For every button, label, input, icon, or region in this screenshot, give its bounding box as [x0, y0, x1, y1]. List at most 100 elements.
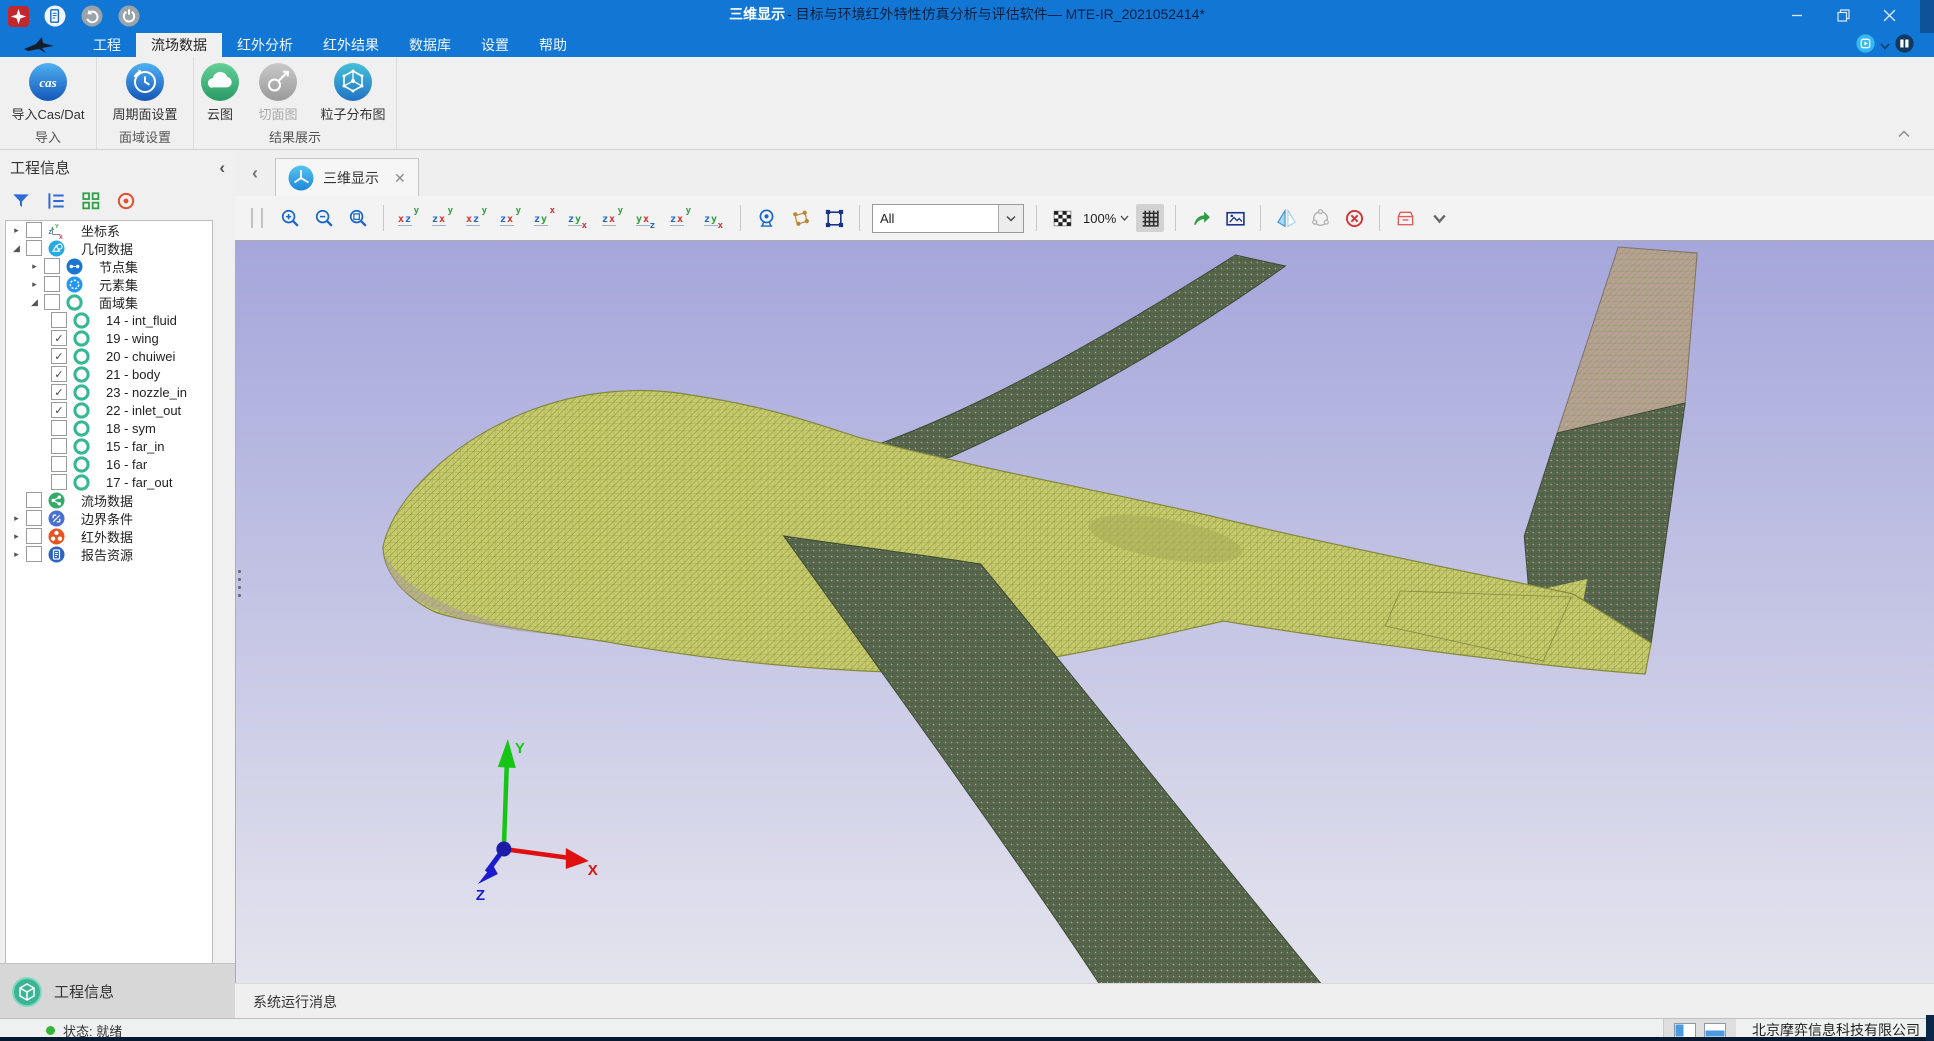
tree-checkbox[interactable] — [51, 438, 67, 454]
tree-checkbox[interactable] — [26, 546, 42, 562]
tree-item[interactable]: ▸红外数据 — [6, 527, 212, 545]
restore-button[interactable] — [1820, 0, 1866, 30]
tree-expand-arrow[interactable]: ◢ — [28, 297, 41, 308]
tree-expand-arrow[interactable]: ▸ — [10, 225, 23, 236]
ribbon-button-cas[interactable]: cas导入Cas/Dat — [5, 62, 91, 123]
more-dropdown-button[interactable] — [1425, 204, 1453, 232]
archive-button[interactable] — [1391, 204, 1419, 232]
view-right-button[interactable]: yzx — [497, 204, 525, 232]
tree-item[interactable]: ◢几何数据 — [6, 239, 212, 257]
ribbon-collapse-button[interactable] — [1898, 125, 1910, 143]
probe-button[interactable] — [752, 204, 780, 232]
chevron-down-icon[interactable] — [998, 205, 1023, 232]
particles-button[interactable] — [786, 204, 814, 232]
tree-item[interactable]: 流场数据 — [6, 491, 212, 509]
chevron-down-icon[interactable] — [1880, 37, 1890, 55]
menu-item-0[interactable]: 工程 — [78, 33, 136, 57]
ribbon-button-particles3d[interactable]: 粒子分布图 — [310, 62, 396, 123]
tree-item[interactable]: 18 - sym — [6, 419, 212, 437]
display-filter-select[interactable]: All — [872, 204, 1024, 233]
tree-expand-arrow[interactable]: ▸ — [10, 531, 23, 542]
snapshot-button[interactable] — [1221, 204, 1249, 232]
display-mode-button[interactable] — [1856, 34, 1875, 58]
view-iso-4-button[interactable]: xzy — [701, 204, 729, 232]
tree-checkbox[interactable]: ✓ — [51, 402, 67, 418]
tree-item[interactable]: 15 - far_in — [6, 437, 212, 455]
tree-item[interactable]: 17 - far_out — [6, 473, 212, 491]
tree-checkbox[interactable] — [51, 420, 67, 436]
minimize-button[interactable] — [1774, 0, 1820, 30]
layout-mode-button[interactable] — [1895, 34, 1914, 58]
view-iso-3-button[interactable]: yzx — [667, 204, 695, 232]
tree-item[interactable]: ▸节点集 — [6, 257, 212, 275]
tree-item[interactable]: ✓22 - inlet_out — [6, 401, 212, 419]
menu-item-1[interactable]: 流场数据 — [136, 33, 222, 57]
viewport-canvas[interactable]: Y X Z — [236, 241, 1934, 984]
tree-checkbox[interactable] — [26, 240, 42, 256]
mirror-button[interactable] — [1272, 204, 1300, 232]
undo-button[interactable] — [80, 4, 104, 28]
menu-item-6[interactable]: 帮助 — [524, 33, 582, 57]
tree-item[interactable]: ✓21 - body — [6, 365, 212, 383]
box-select-button[interactable] — [820, 204, 848, 232]
tree-item[interactable]: ◢面域集 — [6, 293, 212, 311]
toolbar-grip[interactable] — [251, 208, 263, 228]
close-button[interactable] — [1866, 0, 1912, 30]
tree-checkbox[interactable] — [51, 456, 67, 472]
tree-checkbox[interactable]: ✓ — [51, 366, 67, 382]
transparency-button[interactable] — [1048, 204, 1076, 232]
grid-button[interactable] — [1136, 204, 1164, 232]
panel-collapse-button[interactable]: ‹ — [219, 159, 225, 176]
tree-checkbox[interactable] — [44, 294, 60, 310]
tab-scroll-left-button[interactable]: ‹ — [235, 163, 275, 184]
outline-icon[interactable] — [45, 190, 67, 212]
tree-checkbox[interactable] — [26, 528, 42, 544]
tree-item[interactable]: ✓19 - wing — [6, 329, 212, 347]
ribbon-button-cloud[interactable]: 云图 — [194, 62, 246, 123]
view-back-button[interactable]: yzx — [429, 204, 457, 232]
view-iso-1-button[interactable]: yzx — [599, 204, 627, 232]
panel-layout-bottom-button[interactable] — [1704, 1023, 1726, 1038]
menu-item-2[interactable]: 红外分析 — [222, 33, 308, 57]
zoom-fit-button[interactable] — [344, 204, 372, 232]
tree-checkbox[interactable] — [26, 222, 42, 238]
view-bottom-button[interactable]: xzy — [565, 204, 593, 232]
view-iso-2-button[interactable]: zyx — [633, 204, 661, 232]
tree-item[interactable]: ▸YZX坐标系 — [6, 221, 212, 239]
tree-expand-arrow[interactable]: ▸ — [28, 279, 41, 290]
tree-expand-arrow[interactable]: ▸ — [10, 513, 23, 524]
tree-checkbox[interactable]: ✓ — [51, 330, 67, 346]
tree-checkbox[interactable]: ✓ — [51, 384, 67, 400]
tree-item[interactable]: ▸元素集 — [6, 275, 212, 293]
tree-checkbox[interactable] — [51, 474, 67, 490]
tree-expand-arrow[interactable]: ▸ — [10, 549, 23, 560]
filter-icon[interactable] — [10, 190, 32, 212]
menu-item-4[interactable]: 数据库 — [394, 33, 466, 57]
refresh-button[interactable] — [117, 4, 141, 28]
tree-item[interactable]: ✓23 - nozzle_in — [6, 383, 212, 401]
tree-item[interactable]: ▸报告资源 — [6, 545, 212, 563]
tree-item[interactable]: 16 - far — [6, 455, 212, 473]
tree-expand-arrow[interactable]: ◢ — [10, 243, 23, 254]
zoom-in-button[interactable] — [276, 204, 304, 232]
viewport-3d[interactable]: Y X Z — [235, 240, 1934, 984]
ribbon-button-clock[interactable]: 周期面设置 — [102, 62, 188, 123]
delete-button[interactable] — [1340, 204, 1368, 232]
tab-close-icon[interactable]: ✕ — [394, 170, 406, 187]
panel-layout-left-button[interactable] — [1674, 1023, 1696, 1038]
tree-checkbox[interactable] — [51, 312, 67, 328]
tree-expand-arrow[interactable]: ▸ — [28, 261, 41, 272]
export-button[interactable] — [1187, 204, 1215, 232]
tree-checkbox[interactable] — [26, 492, 42, 508]
network-button[interactable] — [1306, 204, 1334, 232]
view-front-button[interactable]: yxz — [395, 204, 423, 232]
save-document-button[interactable] — [43, 4, 67, 28]
tree-checkbox[interactable] — [44, 276, 60, 292]
tree-checkbox[interactable] — [44, 258, 60, 274]
app-icon[interactable] — [6, 4, 30, 28]
target-icon[interactable] — [115, 190, 137, 212]
zoom-level-control[interactable]: 100% — [1083, 211, 1129, 226]
splitter-handle[interactable] — [236, 570, 242, 597]
menu-item-5[interactable]: 设置 — [466, 33, 524, 57]
tab-3d-view[interactable]: 三维显示 ✕ — [275, 158, 419, 197]
